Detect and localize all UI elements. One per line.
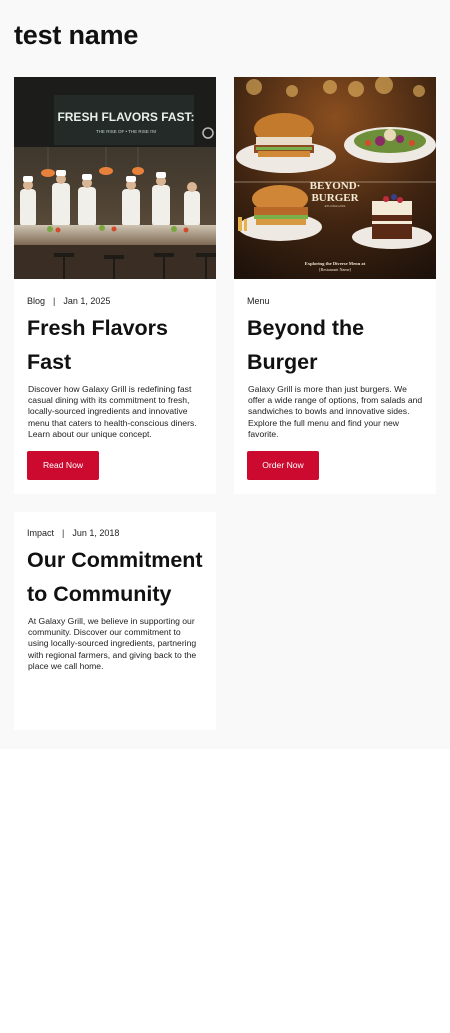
card-meta: Menu bbox=[247, 295, 423, 307]
card-body: Blog | Jan 1, 2025 Fresh Flavors Fast Di… bbox=[14, 295, 216, 481]
card-body: Impact | Jun 1, 2018 Our Commitment to C… bbox=[14, 527, 216, 672]
card-image-kitchen[interactable]: FRESH FLAVORS FAST: THE RISE OF • THE RI… bbox=[14, 77, 216, 279]
card-image-food[interactable]: BEYOND· BURGER ETH MALLASS Exploring the… bbox=[234, 77, 436, 279]
read-now-button[interactable]: Read Now bbox=[27, 451, 99, 481]
food-heading-small: ETH MALLASS bbox=[325, 204, 346, 208]
food-caption-line1: Exploring the Diverse Menu at bbox=[305, 261, 366, 266]
meta-separator: | bbox=[62, 528, 65, 538]
card-text: Discover how Galaxy Grill is redefining … bbox=[28, 384, 197, 439]
food-caption-line2: [Restaurant Name] bbox=[319, 267, 351, 272]
card-text: Galaxy Grill is more than just burgers. … bbox=[248, 384, 423, 439]
food-heading-line1: BEYOND· bbox=[310, 180, 361, 192]
kitchen-sign-title: FRESH FLAVORS FAST: bbox=[57, 110, 194, 124]
card-title[interactable]: Our Commitment to Community bbox=[27, 543, 203, 611]
card-date: Jun 1, 2018 bbox=[72, 528, 120, 538]
card-title[interactable]: Beyond the Burger bbox=[247, 311, 423, 379]
menu-card-beyond-burger: BEYOND· BURGER ETH MALLASS Exploring the… bbox=[234, 77, 436, 494]
card-meta: Blog | Jan 1, 2025 bbox=[27, 295, 203, 307]
card-category[interactable]: Menu bbox=[247, 296, 270, 306]
meta-separator: | bbox=[53, 296, 56, 306]
card-title[interactable]: Fresh Flavors Fast bbox=[27, 311, 203, 379]
blog-card-fresh-flavors: FRESH FLAVORS FAST: THE RISE OF • THE RI… bbox=[14, 77, 216, 494]
page-container: test name FRESH FLAVORS FAST: THE RISE O… bbox=[0, 0, 450, 749]
card-date: Jan 1, 2025 bbox=[63, 296, 111, 306]
card-text: At Galaxy Grill, we believe in supportin… bbox=[28, 616, 197, 671]
food-heading-line2: BURGER bbox=[311, 192, 359, 204]
card-body: Menu Beyond the Burger Galaxy Grill is m… bbox=[234, 295, 436, 481]
card-meta: Impact | Jun 1, 2018 bbox=[27, 527, 203, 539]
kitchen-sign-sub: THE RISE OF • THE RISE I'M bbox=[96, 129, 156, 134]
card-category[interactable]: Blog bbox=[27, 296, 45, 306]
page-title: test name bbox=[14, 20, 139, 50]
card-category[interactable]: Impact bbox=[27, 528, 54, 538]
order-now-button[interactable]: Order Now bbox=[247, 451, 319, 481]
impact-card-community: Impact | Jun 1, 2018 Our Commitment to C… bbox=[14, 512, 216, 730]
